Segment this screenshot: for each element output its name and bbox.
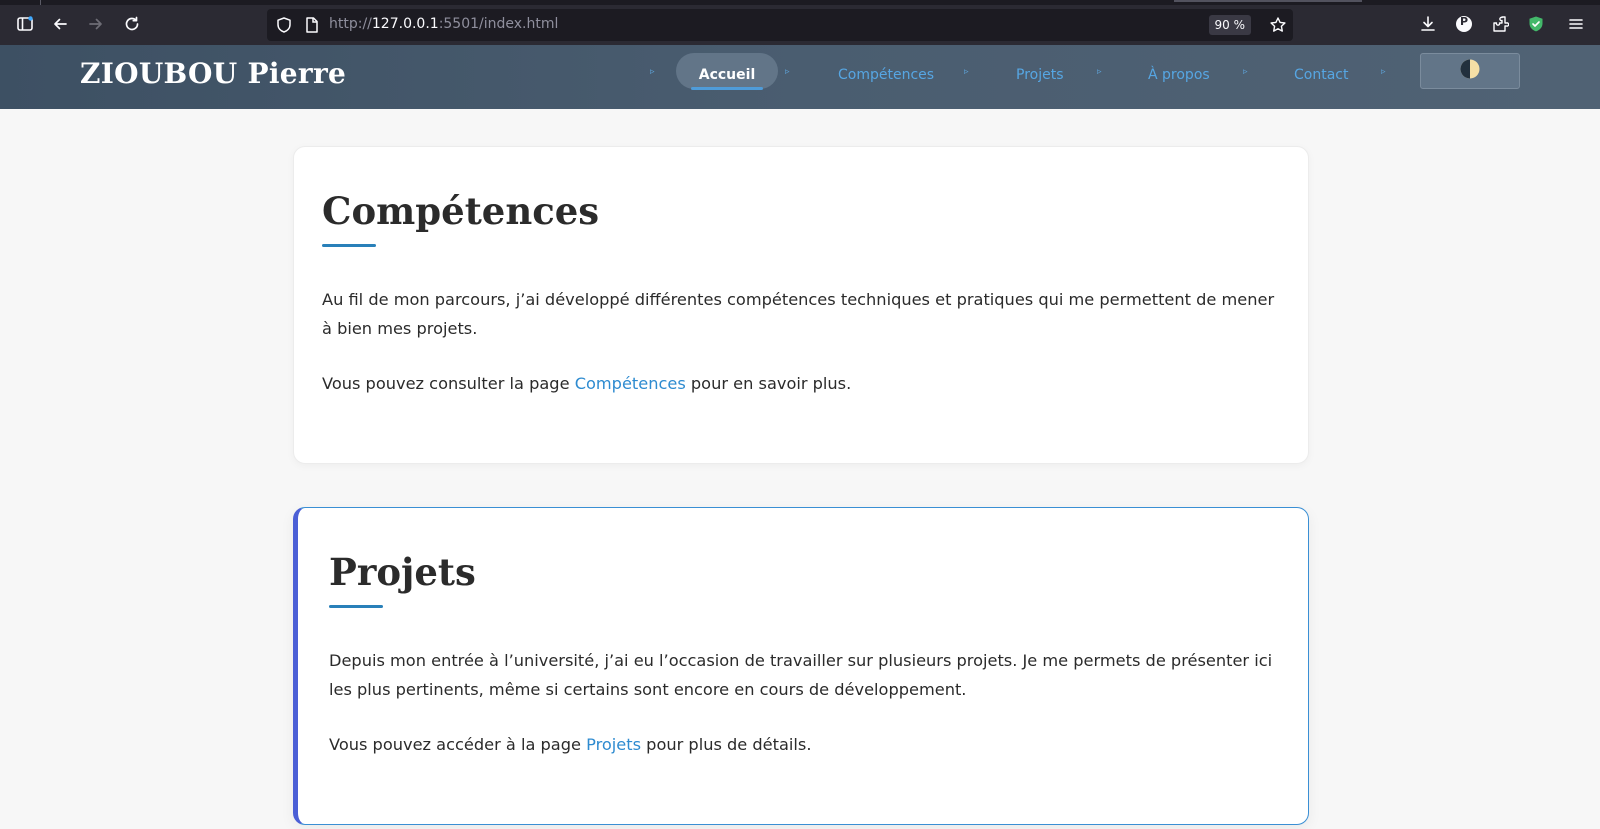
section-cta: Vous pouvez accéder à la page Projets po…	[329, 730, 1289, 759]
theme-toggle-button[interactable]	[1420, 53, 1520, 89]
title-underline	[322, 244, 376, 247]
section-projets: Projets Depuis mon entrée à l’université…	[293, 507, 1309, 825]
address-bar[interactable]: http://127.0.0.1:5501/index.html 90 %	[267, 9, 1293, 41]
profile-icon[interactable]: P	[1449, 9, 1479, 39]
title-underline	[329, 605, 383, 608]
url-text[interactable]: http://127.0.0.1:5501/index.html	[329, 16, 558, 32]
nav-item-accueil[interactable]: Accueil	[676, 53, 778, 90]
nav-marker: ▹	[650, 67, 655, 77]
nav-item-contact[interactable]: Contact	[1294, 67, 1348, 83]
zoom-level[interactable]: 90 %	[1208, 15, 1251, 35]
site-brand[interactable]: ZIOUBOU Pierre	[80, 57, 346, 90]
section-title: Projets	[329, 550, 476, 594]
reload-icon[interactable]	[117, 9, 147, 39]
ublock-icon[interactable]	[1521, 9, 1551, 39]
nav-active-underline	[691, 87, 763, 90]
site-header: ZIOUBOU Pierre ▹ Accueil ▹ Compétences ▹…	[0, 45, 1600, 109]
section-title: Compétences	[322, 189, 600, 233]
nav-marker: ▹	[1381, 67, 1386, 77]
projets-link[interactable]: Projets	[586, 735, 641, 754]
section-competences: Compétences Au fil de mon parcours, j’ai…	[293, 146, 1309, 464]
menu-icon[interactable]	[1561, 9, 1591, 39]
profile-initial: P	[1459, 15, 1469, 28]
nav-marker: ▹	[1243, 67, 1248, 77]
tab-indicator	[1174, 0, 1362, 2]
star-icon[interactable]	[1269, 16, 1287, 38]
section-text: Au fil de mon parcours, j’ai développé d…	[322, 290, 1275, 338]
tab-edge	[40, 0, 41, 5]
nav-item-a-propos[interactable]: À propos	[1148, 67, 1210, 83]
cta-text: Vous pouvez consulter la page	[322, 374, 575, 393]
forward-icon[interactable]	[81, 9, 111, 39]
page-icon	[303, 16, 321, 38]
sidebar-icon[interactable]	[10, 9, 40, 39]
nav-marker: ▹	[1097, 67, 1102, 77]
nav-marker: ▹	[785, 67, 790, 77]
section-text: Depuis mon entrée à l’université, j’ai e…	[329, 651, 1273, 699]
cta-text: pour plus de détails.	[641, 735, 812, 754]
nav-marker: ▹	[964, 67, 969, 77]
nav-item-projets[interactable]: Projets	[1016, 67, 1064, 83]
half-moon-icon	[1459, 58, 1481, 84]
download-icon[interactable]	[1413, 9, 1443, 39]
nav-label-accueil[interactable]: Accueil	[676, 67, 778, 83]
section-cta: Vous pouvez consulter la page Compétence…	[322, 369, 1282, 398]
competences-link[interactable]: Compétences	[575, 374, 686, 393]
cta-text: Vous pouvez accéder à la page	[329, 735, 587, 754]
back-icon[interactable]	[45, 9, 75, 39]
extensions-icon[interactable]	[1485, 9, 1515, 39]
nav-item-competences[interactable]: Compétences	[838, 67, 934, 83]
shield-icon[interactable]	[275, 16, 293, 38]
cta-text: pour en savoir plus.	[685, 374, 852, 393]
browser-toolbar: http://127.0.0.1:5501/index.html 90 % P	[0, 0, 1600, 45]
